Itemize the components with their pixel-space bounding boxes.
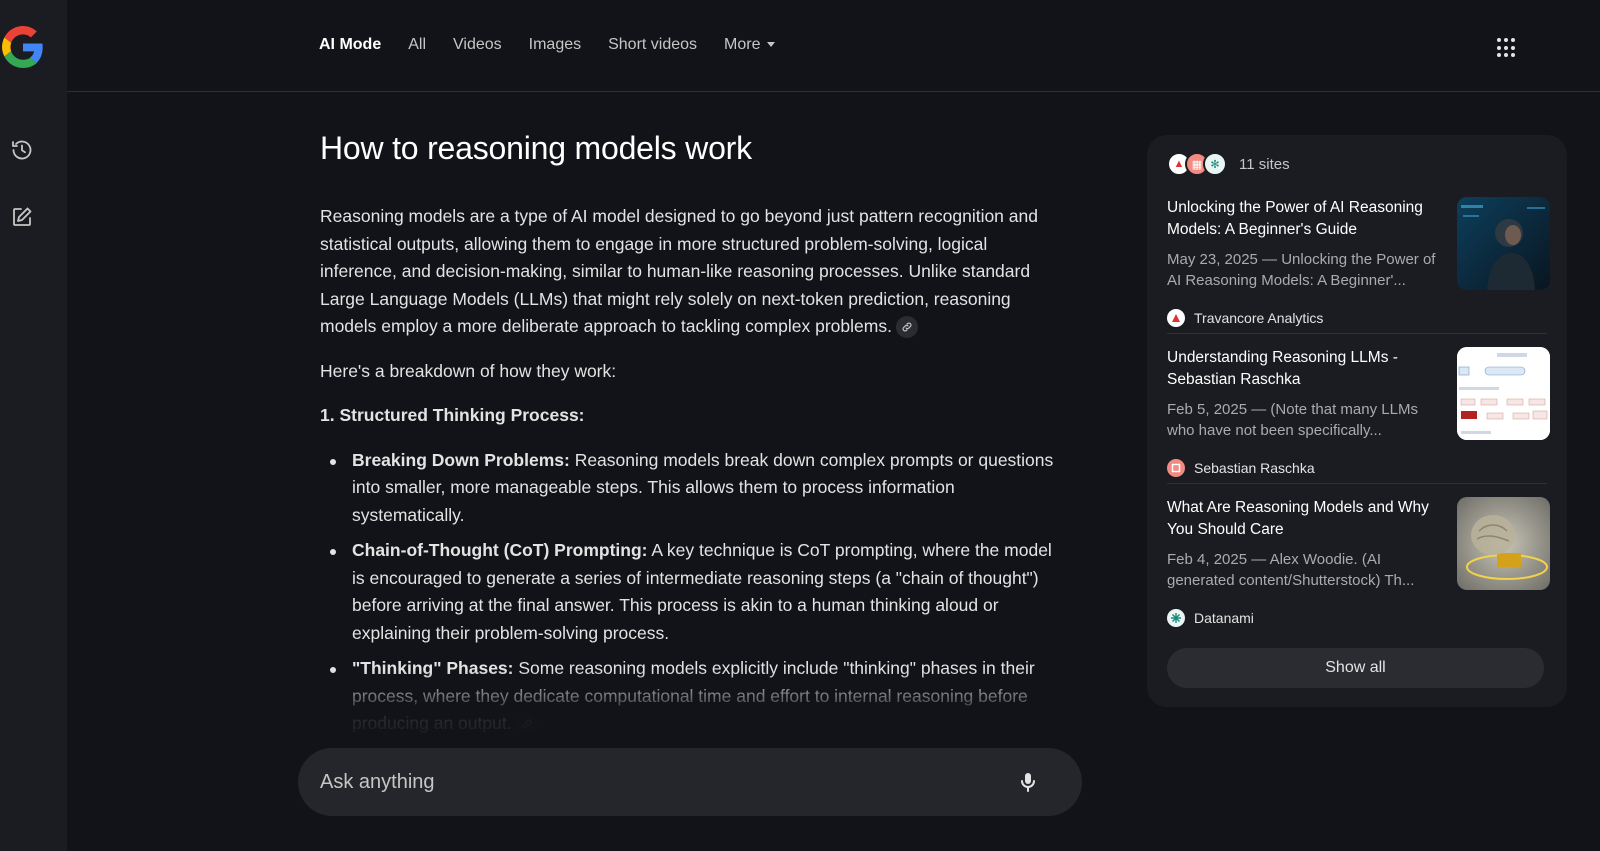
source-site-name: Travancore Analytics <box>1194 310 1324 326</box>
section-heading: 1. Structured Thinking Process: <box>320 405 585 425</box>
source-thumbnail[interactable] <box>1457 197 1550 290</box>
source-snippet: Feb 5, 2025 — (Note that many LLMs who h… <box>1167 401 1418 439</box>
tab-short-videos[interactable]: Short videos <box>608 36 697 54</box>
apps-grid-icon[interactable] <box>1497 38 1517 58</box>
source-thumbnail[interactable] <box>1457 497 1550 590</box>
answer-intro-text: Reasoning models are a type of AI model … <box>320 206 1038 336</box>
ask-box <box>298 748 1082 816</box>
source-title[interactable]: Unlocking the Power of AI Reasoning Mode… <box>1167 197 1447 241</box>
source-site-name: Datanami <box>1194 610 1254 626</box>
tab-videos[interactable]: Videos <box>453 36 502 54</box>
travancore-favicon-icon <box>1167 309 1185 327</box>
ai-answer: How to reasoning models work Reasoning m… <box>320 130 1060 746</box>
source-site: Travancore Analytics <box>1167 309 1323 327</box>
tab-all[interactable]: All <box>408 36 426 54</box>
list-item: Breaking Down Problems: Reasoning models… <box>320 447 1060 530</box>
source-snippet: Feb 4, 2025 — Alex Woodie. (AI generated… <box>1167 551 1415 589</box>
source-snippet: May 23, 2025 — Unlocking the Power of AI… <box>1167 251 1436 289</box>
source-title[interactable]: What Are Reasoning Models and Why You Sh… <box>1167 497 1447 541</box>
source-card[interactable]: Understanding Reasoning LLMs - Sebastian… <box>1167 347 1550 487</box>
caret-down-icon <box>766 42 775 48</box>
bullet-term: Breaking Down Problems: <box>352 449 570 470</box>
new-chat-icon[interactable] <box>6 201 38 233</box>
source-card[interactable]: What Are Reasoning Models and Why You Sh… <box>1167 497 1550 637</box>
source-site: Sebastian Raschka <box>1167 459 1315 477</box>
tab-more-label: More <box>724 36 761 53</box>
microphone-icon[interactable] <box>1016 770 1040 794</box>
left-rail <box>0 0 67 851</box>
source-title[interactable]: Understanding Reasoning LLMs - Sebastian… <box>1167 347 1447 391</box>
scroll-fade <box>300 670 1090 745</box>
history-icon[interactable] <box>6 134 38 166</box>
bullet-term: Chain-of-Thought (CoT) Prompting: <box>352 540 648 560</box>
sources-count: 11 sites <box>1239 155 1290 173</box>
sources-panel: ▲ ▦ ✻ 11 sites Unlocking the Power of AI… <box>1147 135 1567 707</box>
source-site-name: Sebastian Raschka <box>1194 460 1315 476</box>
source-card[interactable]: Unlocking the Power of AI Reasoning Mode… <box>1167 197 1550 337</box>
page-title: How to reasoning models work <box>320 130 752 166</box>
source-site: Datanami <box>1167 609 1254 627</box>
google-logo-icon[interactable] <box>2 26 44 68</box>
list-item: Chain-of-Thought (CoT) Prompting: A key … <box>320 537 1060 647</box>
breakdown-text: Here's a breakdown of how they work: <box>320 360 617 381</box>
ask-input[interactable] <box>320 748 980 816</box>
show-all-button[interactable]: Show all <box>1167 648 1544 688</box>
source-thumbnail[interactable] <box>1457 347 1550 440</box>
tab-images[interactable]: Images <box>529 36 581 54</box>
sources-header[interactable]: ▲ ▦ ✻ 11 sites <box>1167 152 1290 176</box>
divider <box>1167 483 1547 484</box>
search-tabs: AI Mode All Videos Images Short videos M… <box>319 36 802 54</box>
favicon-stack: ▲ ▦ ✻ <box>1167 152 1227 176</box>
datanami-favicon-icon <box>1167 609 1185 627</box>
tab-ai-mode[interactable]: AI Mode <box>319 36 381 54</box>
raschka-favicon-icon <box>1167 459 1185 477</box>
tab-more[interactable]: More <box>724 36 775 54</box>
divider <box>1167 333 1547 334</box>
link-icon[interactable] <box>895 316 918 339</box>
top-bar: AI Mode All Videos Images Short videos M… <box>67 0 1600 92</box>
answer-intro: Reasoning models are a type of AI model … <box>320 203 1060 341</box>
datanami-favicon-icon: ✻ <box>1203 152 1227 176</box>
